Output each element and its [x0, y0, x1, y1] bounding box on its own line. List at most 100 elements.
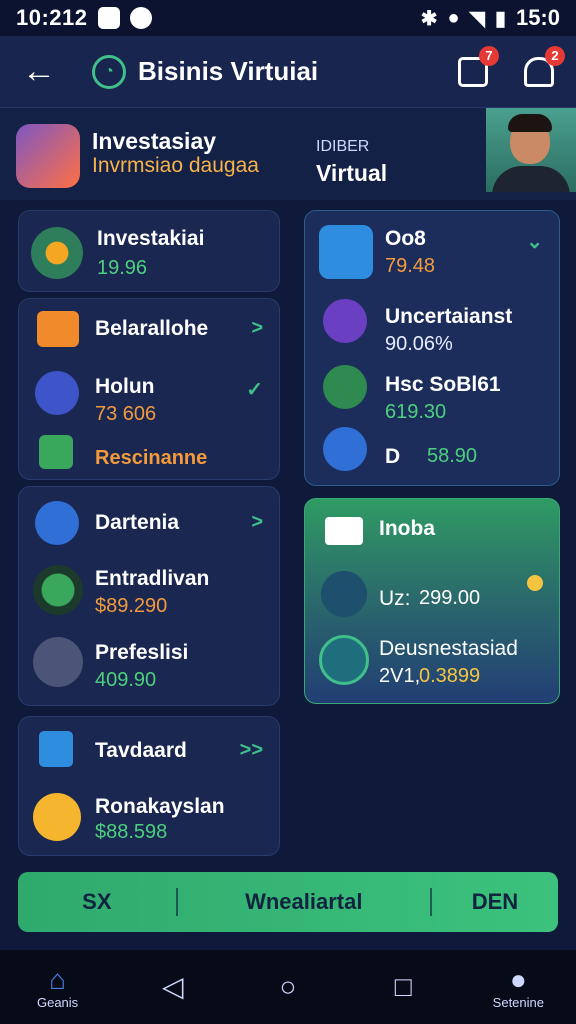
uncertainty-value: 90.06% [385, 333, 453, 355]
chevron-right-icon[interactable]: >> [240, 739, 263, 762]
status-clock: 15:0 [515, 5, 560, 30]
user-profile-icon [319, 635, 369, 685]
recents-square-icon: □ [394, 971, 412, 1002]
data-card: Dartenia > Entradlivan $89.290 Prefeslis… [18, 486, 280, 706]
uncertainty-card: Oo8 79.48 ⌄ Uncertaianst 90.06% Hsc SoBl… [304, 210, 560, 486]
hsc-label: Hsc SoBl61 [385, 373, 501, 396]
prefeslisi-label: Prefeslisi [95, 641, 189, 664]
divider [429, 888, 432, 916]
inbox-title: Inoba [379, 517, 435, 540]
chevron-right-icon[interactable]: > [251, 317, 263, 340]
rescinanne-label[interactable]: Rescinanne [95, 447, 207, 470]
investment-value: 19.96 [97, 257, 148, 279]
back-triangle-icon: ◁ [162, 971, 184, 1002]
investment-app-icon [16, 124, 80, 188]
brand-logo-icon: ◔ [92, 54, 126, 89]
location-pin-icon [527, 575, 543, 591]
dartenia-label: Dartenia [95, 511, 180, 534]
hero-big-label: Virtual [316, 160, 388, 186]
mail-icon [325, 517, 363, 545]
back-arrow-icon[interactable]: ← [22, 52, 62, 91]
d-label: D [385, 445, 401, 468]
status-bar: 10:212 ✱ ● ◥ ▮ 15:0 [0, 0, 576, 36]
hero-title: Investasiay [92, 128, 217, 154]
chevron-down-icon[interactable]: ⌄ [526, 229, 543, 254]
status-time: 10:212 [16, 5, 88, 30]
check-icon: ✓ [246, 379, 263, 401]
inbox-card: Inoba Uz: 299.00 Deusnestasiad 2V1, 0.38… [304, 498, 560, 704]
coin-icon [33, 793, 81, 841]
balance-card: Belarallohe > Holun 73 606 ✓ Rescinanne [18, 298, 280, 480]
sx-button[interactable]: SX [18, 889, 176, 915]
app-title: Bisinis Virtuiai [138, 56, 319, 86]
entradlivan-value: $89.290 [95, 595, 168, 617]
deusnestasiad-value-a: 2V1, [379, 665, 421, 687]
standard-card: Tavdaard >> Ronakayslan $88.598 [18, 716, 280, 856]
rocket-icon [35, 371, 79, 415]
app-status-icon [129, 7, 152, 29]
hsc-value: 619.30 [385, 401, 447, 423]
holdings-value: 73 606 [95, 403, 157, 425]
investment-card[interactable]: Investakiai 19.96 [18, 210, 280, 292]
wnealiartal-button[interactable]: Wnealiartal [178, 889, 430, 915]
balance-label: Belarallohe [95, 317, 209, 340]
chevron-right-icon[interactable]: > [251, 511, 263, 534]
document-notification-button[interactable]: 7 [458, 45, 499, 87]
profile-avatar[interactable] [486, 108, 576, 192]
ronakayslan-value: $88.598 [95, 821, 168, 843]
wifi-signal-icon [35, 501, 79, 545]
home-nav-item[interactable]: ⌂ Geanis [13, 963, 103, 1010]
alarm-icon: ● [447, 6, 460, 29]
app-bar: ← ◔ Bisinis Virtuiai 7 2 [0, 36, 576, 108]
wallet-icon [37, 311, 79, 347]
prefeslisi-value: 409.90 [95, 669, 157, 691]
entradlivan-label: Entradlivan [95, 567, 210, 590]
hero-small-label: IDIBER [316, 138, 370, 155]
home-nav-label: Geanis [36, 994, 79, 1010]
person-icon: ● [509, 963, 527, 995]
oo8-label: Oo8 [385, 227, 426, 250]
avatar-body [492, 166, 570, 192]
battery-icon: ▮ [494, 7, 506, 30]
investment-label: Investakiai [97, 227, 205, 250]
home-circle-button[interactable]: ○ [243, 972, 333, 1002]
uz-label: Uz: [379, 587, 411, 610]
d-value: 58.90 [427, 445, 478, 467]
plug-icon [321, 571, 367, 617]
divider [175, 888, 178, 916]
avatar-hair [508, 114, 552, 132]
hero-banner: Investasiay Invrmsiao daugaa IDIBER Virt… [0, 108, 576, 200]
ronakayslan-label: Ronakayslan [95, 795, 225, 818]
bluetooth-icon: ✱ [420, 7, 438, 30]
notification-icon [97, 7, 120, 29]
uncertainty-label: Uncertaianst [385, 305, 513, 328]
deusnestasiad-value-b: 0.3899 [419, 665, 481, 687]
back-nav-button[interactable]: ◁ [128, 972, 218, 1002]
oo8-value: 79.48 [385, 255, 436, 277]
settings-nav-item[interactable]: ● Setenine [473, 963, 563, 1010]
hero-subtitle: Invrmsiao daugaa [92, 154, 259, 177]
search-icon [323, 427, 367, 471]
document-icon [39, 435, 73, 469]
recents-button[interactable]: □ [358, 972, 448, 1002]
compass-icon [33, 565, 83, 615]
card-icon [33, 637, 83, 687]
stack-icon [323, 365, 367, 409]
den-button[interactable]: DEN [432, 889, 558, 915]
notes-icon [39, 731, 73, 767]
holdings-label: Holun [95, 375, 155, 398]
tavdaard-label: Tavdaard [95, 739, 187, 762]
briefcase-icon [319, 225, 373, 279]
target-icon [323, 299, 367, 343]
bell-notification-button[interactable]: 2 [524, 45, 565, 87]
badge-count: 2 [545, 45, 565, 66]
uz-value: 299.00 [419, 587, 481, 609]
settings-nav-label: Setenine [492, 994, 544, 1010]
bottom-action-bar: SX Wnealiartal DEN [18, 872, 558, 932]
badge-count: 7 [479, 45, 499, 66]
home-icon: ⌂ [49, 963, 67, 995]
wifi-icon: ◥ [469, 7, 485, 30]
gear-globe-icon [31, 227, 83, 279]
system-navigation-bar: ⌂ Geanis ◁ ○ □ ● Setenine [0, 950, 576, 1024]
home-circle-icon: ○ [279, 971, 297, 1002]
